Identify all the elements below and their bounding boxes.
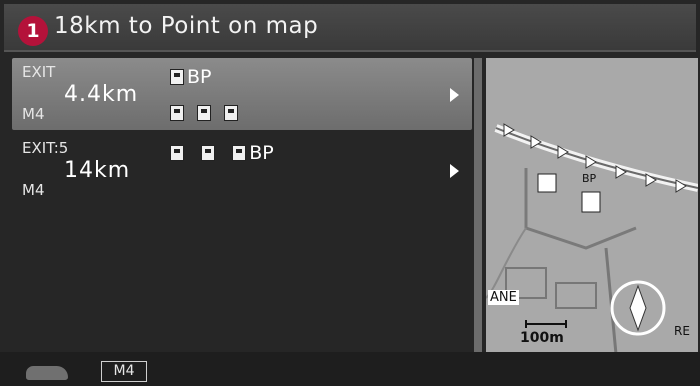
map-graphic: [486, 58, 698, 354]
map-road-label: ANE: [488, 290, 519, 305]
fuel-icon: [170, 145, 184, 161]
map-view[interactable]: ANE RE BP 100m: [486, 58, 698, 354]
fuel-icon: [201, 145, 216, 161]
fuel-icon: [170, 69, 184, 85]
header-bar: 1 18km to Point on map: [4, 4, 696, 52]
chevron-right-icon[interactable]: [450, 164, 459, 178]
road-label: M4: [22, 105, 45, 123]
callout-badge: 1: [18, 16, 48, 46]
picnic-icon: [197, 104, 212, 121]
car-icon: [26, 366, 68, 380]
exit-brand: BP: [187, 66, 212, 88]
list-scrollbar[interactable]: [474, 58, 482, 354]
restaurant-icon: [170, 104, 184, 121]
current-road-badge: M4: [101, 361, 147, 382]
road-label: M4: [22, 181, 45, 199]
exit-distance: 4.4km: [64, 82, 139, 107]
exit-row-2[interactable]: EXIT:5 14km M4 BP: [12, 134, 472, 206]
exit-services: BP: [170, 142, 274, 164]
exit-label: EXIT:5: [22, 139, 69, 157]
exit-row-1[interactable]: EXIT 4.4km M4 BP: [12, 58, 472, 130]
fuel-icon: [232, 145, 247, 161]
exit-brand-group: BP: [170, 66, 212, 88]
page-title: 18km to Point on map: [54, 13, 319, 39]
exit-label: EXIT: [22, 63, 56, 81]
map-poi-label: BP: [582, 172, 597, 185]
chevron-right-icon[interactable]: [450, 88, 459, 102]
map-scale-label: 100m: [520, 330, 564, 346]
nav-screen: 1 18km to Point on map EXIT 4.4km M4 BP …: [0, 0, 700, 386]
map-edge-label: RE: [674, 324, 690, 338]
exit-list: EXIT 4.4km M4 BP EXIT:5 14km M4 BP: [12, 58, 474, 350]
rest-stop-icon: [224, 104, 239, 121]
exit-brand: BP: [249, 142, 274, 164]
exit-distance: 14km: [64, 158, 131, 183]
exit-services: [170, 102, 239, 121]
